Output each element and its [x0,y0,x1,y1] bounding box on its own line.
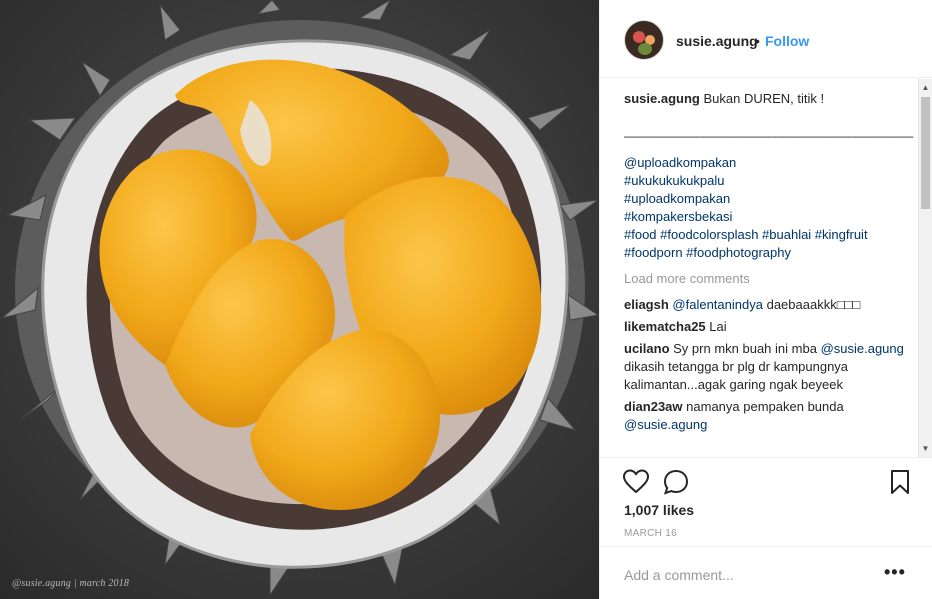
hashtag-line[interactable]: #foodporn #foodphotography [624,244,914,262]
post-date[interactable]: MARCH 16 [624,528,677,539]
comment-username[interactable]: likematcha25 [624,319,706,334]
comment: likematcha25 Lai [624,318,914,336]
comment-icon[interactable] [662,468,690,496]
post-photo[interactable]: @susie.agung | march 2018 [0,0,599,599]
add-comment-input[interactable]: Add a comment... [624,567,734,583]
more-options-icon[interactable]: ••• [884,562,906,583]
post-side-panel: susie.agung • Follow susie.agung Bukan D… [599,0,932,599]
comment: dian23aw namanya pempaken bunda @susie.a… [624,398,914,434]
load-more-comments[interactable]: Load more comments [624,270,914,288]
durian-image [1,0,599,597]
comment: eliagsh @falentanindya daebaaakkk□□□ [624,296,914,314]
add-comment-bar: Add a comment... ••• [600,546,932,599]
post-header: susie.agung • Follow [600,0,932,78]
comment-mention[interactable]: @susie.agung [624,417,707,432]
comment-text: dikasih tetangga br plg dr kampungnya ka… [624,359,849,392]
hashtag-line[interactable]: #food #foodcolorsplash #buahlai #kingfru… [624,226,914,244]
comment-mention[interactable]: @susie.agung [821,341,904,356]
comment-username[interactable]: ucilano [624,341,670,356]
scroll-down-arrow-icon[interactable]: ▼ [919,442,932,455]
hashtag-line[interactable]: #uploadkompakan [624,190,914,208]
caption-username[interactable]: susie.agung [624,91,700,106]
follow-button[interactable]: Follow [765,33,809,49]
comment-username[interactable]: dian23aw [624,399,683,414]
likes-count[interactable]: 1,007 likes [624,502,694,518]
comments-list: susie.agung Bukan DUREN, titik ! _______… [624,90,914,457]
comment-username[interactable]: eliagsh [624,297,669,312]
photo-watermark: @susie.agung | march 2018 [12,578,130,589]
instagram-post: @susie.agung | march 2018 susie.agung • … [0,0,932,599]
comment-text: Sy prn mkn buah ini mba [673,341,817,356]
scrollbar-thumb[interactable] [921,97,930,209]
comment-mention[interactable]: @falentanindya [672,297,763,312]
comment-text: Lai [709,319,727,334]
comments-scrollbar[interactable]: ▲ ▼ [918,79,932,457]
heart-icon[interactable] [622,468,650,496]
header-username[interactable]: susie.agung [676,33,758,49]
comment: ucilano Sy prn mkn buah ini mba @susie.a… [624,340,914,394]
comment-text: daebaaakkk□□□ [766,297,861,312]
post-actions: 1,007 likes MARCH 16 [600,457,932,545]
avatar[interactable] [624,20,664,60]
caption-text: Bukan DUREN, titik ! [703,91,825,106]
comment-text: namanya pempaken bunda [686,399,844,414]
hashtag-line[interactable]: #kompakersbekasi [624,208,914,226]
caption: susie.agung Bukan DUREN, titik ! [624,90,914,108]
scroll-up-arrow-icon[interactable]: ▲ [919,81,932,94]
caption-divider: ________________________________________ [624,123,914,138]
hashtag-line[interactable]: @uploadkompakan [624,154,914,172]
caption-tags: @uploadkompakan #ukukukukukpalu #uploadk… [624,154,914,262]
bookmark-icon[interactable] [886,468,914,496]
hashtag-line[interactable]: #ukukukukukpalu [624,172,914,190]
header-separator: • [755,33,760,49]
